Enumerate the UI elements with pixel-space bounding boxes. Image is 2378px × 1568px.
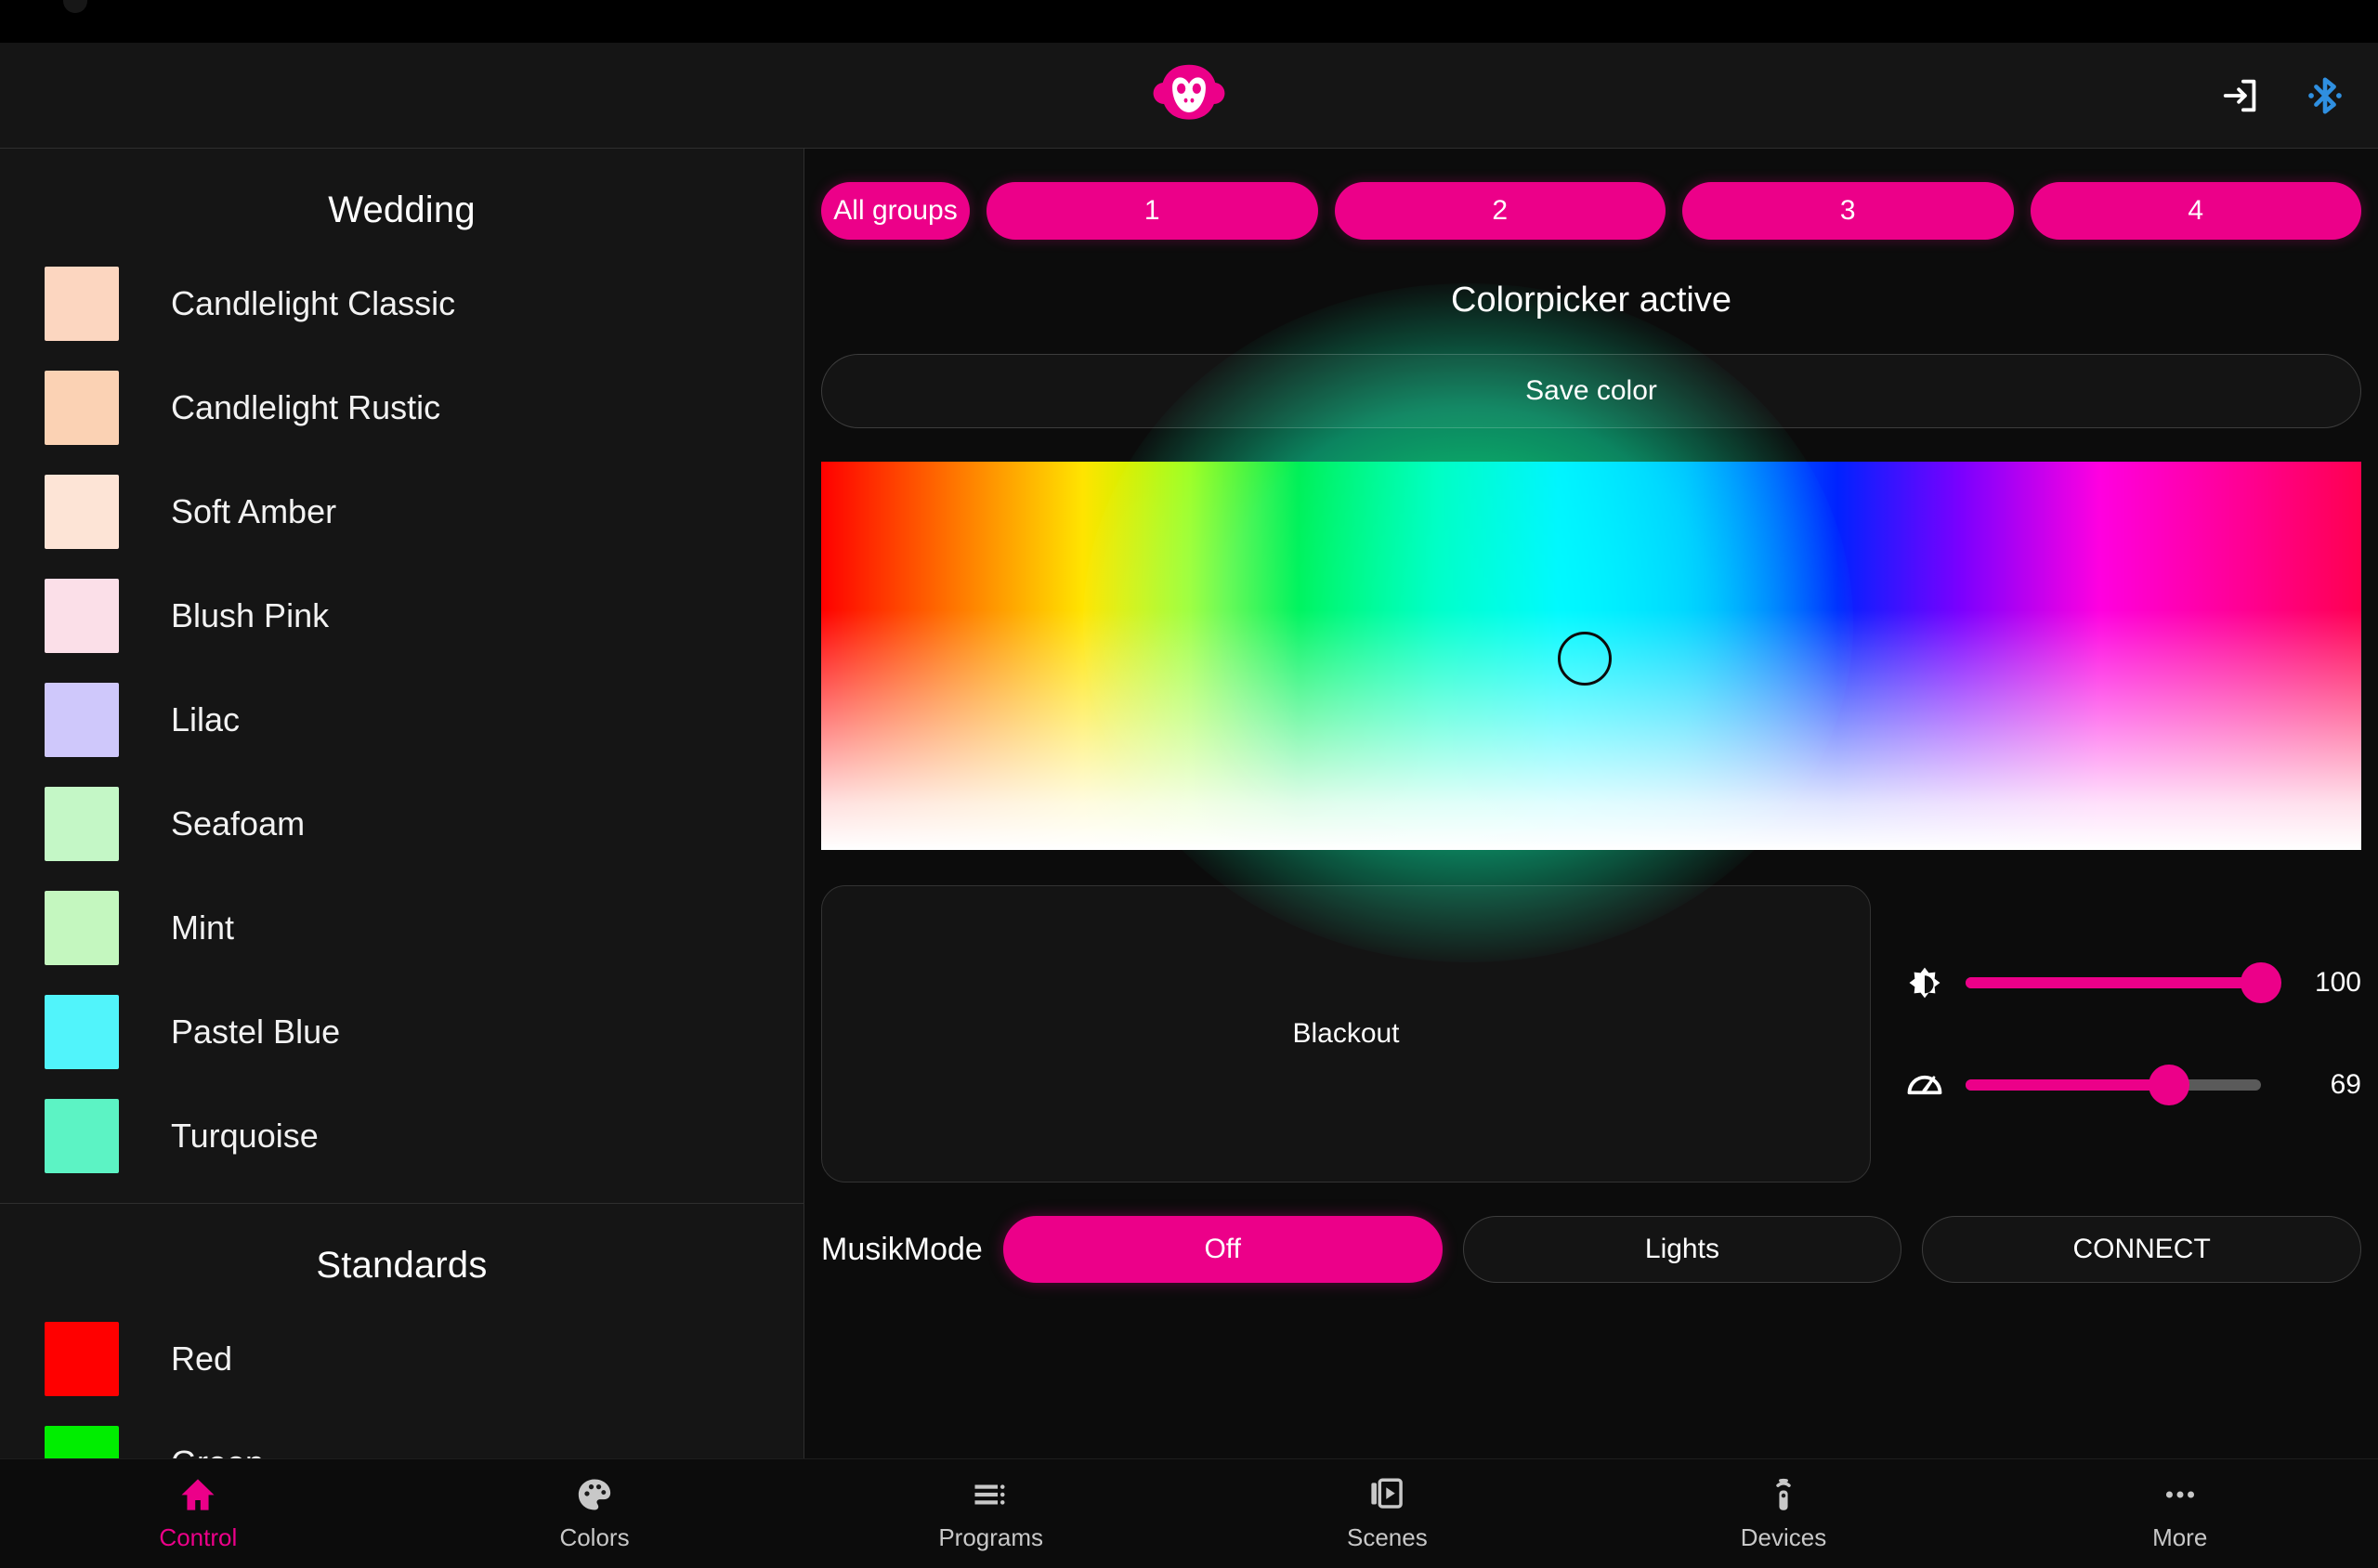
color-swatch[interactable] xyxy=(45,579,119,653)
color-list-item[interactable]: Candlelight Rustic xyxy=(0,356,804,460)
nav-item-label: More xyxy=(2152,1523,2208,1551)
color-list-item[interactable]: Pastel Blue xyxy=(0,980,804,1084)
nav-item-colors[interactable]: Colors xyxy=(397,1459,793,1568)
group-tab-1[interactable]: 1 xyxy=(986,182,1318,240)
nav-item-scenes[interactable]: Scenes xyxy=(1189,1459,1586,1568)
scenes-icon xyxy=(1371,1478,1404,1509)
color-list-item[interactable]: Seafoam xyxy=(0,772,804,876)
slider-stack: 100 69 xyxy=(1891,885,2361,1183)
color-list-item[interactable]: Green xyxy=(0,1411,804,1458)
nav-item-label: Control xyxy=(159,1523,238,1551)
group-tab-3[interactable]: 3 xyxy=(1682,182,2014,240)
login-arrow-icon[interactable] xyxy=(2220,74,2263,117)
musik-mode-off-button[interactable]: Off xyxy=(1002,1216,1443,1283)
color-list-item[interactable]: Lilac xyxy=(0,668,804,772)
color-name-label: Green xyxy=(171,1444,264,1458)
header-actions xyxy=(2220,43,2346,148)
slider-fill xyxy=(1966,977,2261,988)
color-swatch[interactable] xyxy=(45,995,119,1069)
status-bar xyxy=(0,0,2378,43)
color-swatch[interactable] xyxy=(45,475,119,549)
nav-item-programs[interactable]: Programs xyxy=(792,1459,1189,1568)
nav-item-label: Programs xyxy=(938,1523,1044,1551)
app-root: Wedding Candlelight Classic Candlelight Ru… xyxy=(0,0,2378,1568)
color-swatch[interactable] xyxy=(45,1099,119,1173)
color-group-list: Wedding Candlelight Classic Candlelight Ru… xyxy=(0,149,804,1458)
nav-item-devices[interactable]: Devices xyxy=(1586,1459,1982,1568)
color-name-label: Candlelight Classic xyxy=(171,284,456,322)
nav-item-label: Scenes xyxy=(1346,1523,1428,1551)
bottom-navigation: Control Colors Programs Scenes Devices More xyxy=(0,1458,2378,1568)
group-tab-4[interactable]: 4 xyxy=(2030,182,2361,240)
ellipsis-icon xyxy=(2165,1491,2194,1498)
slider-value-label: 69 xyxy=(2330,1069,2361,1100)
bluetooth-icon[interactable] xyxy=(2304,74,2346,117)
slider-thumb[interactable] xyxy=(2241,962,2281,1003)
color-name-label: Turquoise xyxy=(171,1117,319,1155)
colorpicker-handle[interactable] xyxy=(1558,632,1613,686)
color-list-item[interactable]: Soft Amber xyxy=(0,460,804,564)
slider-value-label: 100 xyxy=(2314,967,2361,998)
color-list-item[interactable]: Turquoise xyxy=(0,1084,804,1188)
home-icon xyxy=(181,1479,215,1510)
list-icon xyxy=(974,1484,1005,1505)
color-name-label: Mint xyxy=(171,908,235,947)
speed-gauge-icon xyxy=(1907,1075,1942,1095)
color-name-label: Pastel Blue xyxy=(171,1013,341,1051)
nav-item-more[interactable]: More xyxy=(1981,1459,2378,1568)
blackout-and-sliders: Blackout 100 69 xyxy=(821,885,2361,1183)
slider-track[interactable] xyxy=(1966,962,2281,1003)
blackout-button[interactable]: Blackout xyxy=(821,885,1871,1183)
color-swatch[interactable] xyxy=(45,683,119,757)
color-swatch[interactable] xyxy=(45,267,119,341)
slider-thumb[interactable] xyxy=(2149,1065,2190,1105)
color-name-label: Red xyxy=(171,1339,233,1378)
group-tab-bar: All groups 1 2 3 4 xyxy=(821,149,2361,240)
color-swatch[interactable] xyxy=(45,787,119,861)
main-panel: All groups 1 2 3 4 Colorpicker active Save c… xyxy=(804,148,2378,1458)
status-bar-glyph xyxy=(63,0,87,13)
musik-mode-connect-button[interactable]: CONNECT xyxy=(1922,1216,2361,1283)
color-group-title: Wedding xyxy=(328,189,476,230)
monkey-logo xyxy=(1153,64,1225,120)
color-swatch[interactable] xyxy=(45,891,119,965)
musik-mode-lights-button[interactable]: Lights xyxy=(1462,1216,1902,1283)
color-list-item[interactable]: Red xyxy=(0,1307,804,1411)
colorpicker-area[interactable] xyxy=(821,282,2361,963)
colorpicker-status: Colorpicker active xyxy=(1451,281,1731,320)
slider-row: 100 xyxy=(1904,962,2361,1003)
color-group-title: Standards xyxy=(316,1245,488,1286)
slider-fill xyxy=(1966,1079,2170,1091)
slider-track[interactable] xyxy=(1966,1065,2261,1105)
group-tab-all-groups[interactable]: All groups xyxy=(821,182,970,240)
musik-mode-row: MusikMode Off Lights CONNECT xyxy=(821,1216,2361,1283)
color-list-item[interactable]: Blush Pink xyxy=(0,564,804,668)
musik-mode-buttons: Off Lights CONNECT xyxy=(1002,1216,2361,1283)
color-swatch[interactable] xyxy=(45,1322,119,1396)
color-name-label: Candlelight Rustic xyxy=(171,388,441,426)
musik-mode-label: MusikMode xyxy=(821,1231,983,1267)
slider-row: 69 xyxy=(1904,1065,2361,1105)
body: Wedding Candlelight Classic Candlelight Ru… xyxy=(0,148,2378,1458)
color-name-label: Lilac xyxy=(171,700,241,738)
nav-item-label: Devices xyxy=(1740,1523,1827,1551)
color-sidebar[interactable]: Wedding Candlelight Classic Candlelight Ru… xyxy=(0,148,804,1458)
palette-icon xyxy=(578,1479,611,1510)
app-header xyxy=(0,43,2378,148)
save-color-button[interactable]: Save color xyxy=(821,354,2361,428)
nav-item-label: Colors xyxy=(559,1523,630,1551)
remote-icon xyxy=(1776,1478,1791,1510)
brightness-icon xyxy=(1909,967,1940,999)
group-tab-2[interactable]: 2 xyxy=(1334,182,1666,240)
color-swatch[interactable] xyxy=(45,1426,119,1458)
color-list-item[interactable]: Candlelight Classic xyxy=(0,252,804,356)
color-name-label: Blush Pink xyxy=(171,596,330,634)
color-list-item[interactable]: Mint xyxy=(0,876,804,980)
color-swatch[interactable] xyxy=(45,371,119,445)
nav-item-control[interactable]: Control xyxy=(0,1459,397,1568)
color-name-label: Seafoam xyxy=(171,804,306,843)
color-name-label: Soft Amber xyxy=(171,492,337,530)
